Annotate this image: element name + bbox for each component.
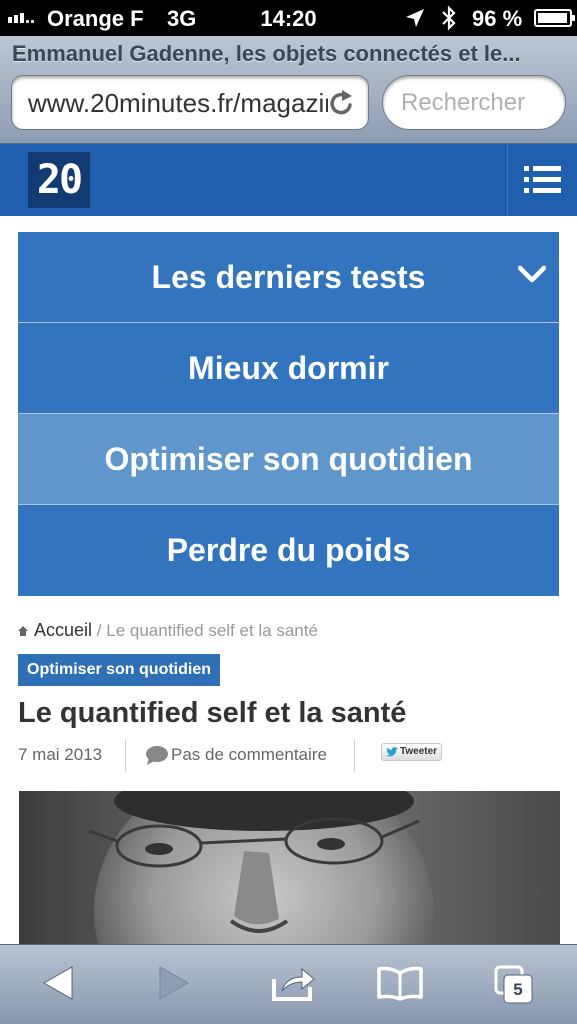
url-text[interactable]: www.20minutes.fr/magazine — [28, 88, 328, 119]
menu-item-derniers-tests[interactable]: Les derniers tests — [18, 232, 559, 323]
forward-arrow-icon[interactable] — [158, 965, 190, 1001]
header-divider — [507, 144, 508, 216]
back-arrow-icon[interactable] — [42, 965, 74, 1001]
breadcrumb-home-link[interactable]: Accueil — [34, 620, 92, 640]
tweet-button[interactable]: Tweeter — [381, 743, 442, 761]
bluetooth-icon — [442, 5, 456, 31]
address-bar[interactable]: www.20minutes.fr/magazine — [11, 75, 369, 130]
search-input[interactable]: Rechercher — [382, 75, 566, 130]
menu-item-optimiser[interactable]: Optimiser son quotidien — [18, 414, 559, 505]
menu-item-label: Les derniers tests — [151, 259, 426, 295]
menu-item-perdre-du-poids[interactable]: Perdre du poids — [18, 505, 559, 596]
browser-toolbar: Emmanuel Gadenne, les objets connectés e… — [0, 36, 577, 144]
page-title: Emmanuel Gadenne, les objets connectés e… — [12, 41, 521, 66]
tab-count: 5 — [513, 980, 523, 999]
home-icon — [18, 626, 28, 636]
tweet-label: Tweeter — [400, 746, 438, 757]
breadcrumb-current: Le quantified self et la santé — [106, 621, 318, 640]
status-bar: Orange F 3G 14:20 96 % — [0, 0, 577, 36]
breadcrumb: Accueil / Le quantified self et la santé — [18, 620, 318, 641]
site-header: 20 — [0, 144, 577, 216]
menu-item-label: Mieux dormir — [188, 350, 389, 386]
article-date: 7 mai 2013 — [18, 745, 103, 764]
category-menu: Les derniers tests Mieux dormir Optimise… — [18, 232, 559, 596]
category-badge[interactable]: Optimiser son quotidien — [18, 654, 221, 686]
comment-bubble-icon[interactable] — [145, 745, 169, 765]
comments-link[interactable]: Pas de commentaire — [171, 745, 327, 765]
portrait-image — [19, 791, 560, 951]
breadcrumb-separator: / — [96, 621, 102, 640]
battery-icon — [534, 9, 575, 27]
meta-divider — [125, 739, 126, 771]
menu-item-label: Perdre du poids — [166, 532, 411, 568]
location-arrow-icon — [406, 9, 424, 27]
browser-bottom-toolbar: 5 — [0, 944, 577, 1024]
article-photo — [19, 791, 560, 951]
share-icon[interactable] — [270, 965, 316, 1003]
twitter-bird-icon — [386, 747, 398, 757]
chevron-down-icon[interactable] — [517, 264, 547, 286]
meta-divider — [354, 739, 355, 771]
battery-percentage: 96 % — [472, 6, 523, 31]
menu-item-mieux-dormir[interactable]: Mieux dormir — [18, 323, 559, 414]
menu-item-label: Optimiser son quotidien — [104, 441, 473, 477]
bookmarks-icon[interactable] — [376, 965, 424, 1001]
reload-icon[interactable] — [328, 88, 356, 118]
site-logo[interactable]: 20 — [28, 152, 90, 208]
article-title: Le quantified self et la santé — [18, 697, 407, 729]
hamburger-menu-icon[interactable] — [524, 164, 562, 196]
